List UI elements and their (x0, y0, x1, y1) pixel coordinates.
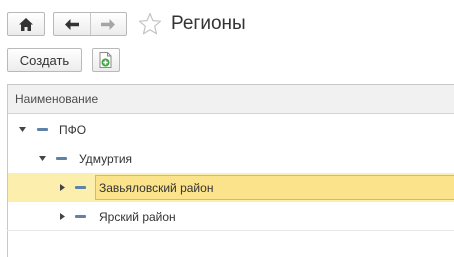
collapse-caret-icon[interactable] (37, 144, 47, 173)
home-icon (19, 17, 33, 31)
create-button[interactable]: Создать (7, 48, 82, 72)
column-header-name[interactable]: Наименование (8, 85, 454, 114)
document-add-icon (99, 52, 112, 68)
page-title: Регионы (171, 13, 246, 34)
tree-row-label: ПФО (59, 122, 87, 137)
expand-caret-icon[interactable] (57, 173, 67, 202)
history-navigation (53, 12, 127, 36)
group-marker-icon (56, 157, 67, 160)
collapse-caret-icon[interactable] (17, 115, 27, 144)
tree-bottom-divider (7, 230, 454, 231)
tree-row-label: Удмуртия (79, 151, 133, 166)
group-marker-icon (37, 128, 48, 131)
back-button[interactable] (54, 13, 90, 35)
tree-row[interactable]: Ярский район (8, 202, 454, 231)
tree-row-selected[interactable]: Завьяловский район (8, 173, 454, 202)
favorite-star-button[interactable] (138, 12, 162, 36)
home-button[interactable] (7, 12, 45, 36)
star-outline-icon (138, 12, 162, 35)
tree-row-label: Ярский район (99, 209, 176, 224)
tree-row[interactable]: ПФО (8, 115, 454, 144)
tree-row-label: Завьяловский район (99, 180, 214, 195)
tree-row[interactable]: Удмуртия (8, 144, 454, 173)
forward-button[interactable] (89, 13, 127, 35)
add-copy-button[interactable] (92, 48, 120, 72)
regions-tree: Наименование ПФО Удмуртия Завьяловский р… (7, 84, 454, 257)
expand-caret-icon[interactable] (57, 202, 67, 231)
arrow-left-icon (64, 18, 79, 30)
group-marker-icon (75, 215, 86, 218)
arrow-right-icon (101, 18, 116, 30)
group-marker-icon (75, 186, 86, 189)
